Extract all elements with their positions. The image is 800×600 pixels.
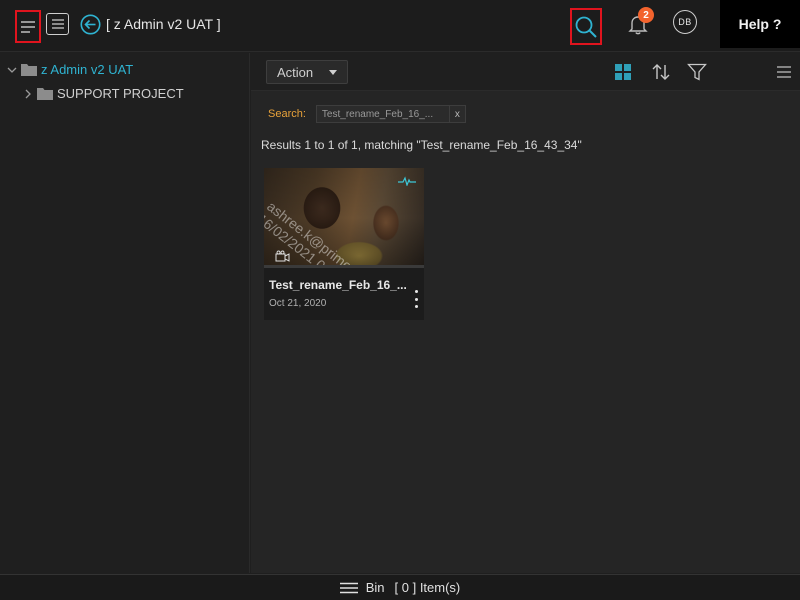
sort-icon[interactable] [651,62,671,82]
tree-root-label: z Admin v2 UAT [41,62,134,77]
user-avatar[interactable]: DB [673,10,697,34]
tree-item-label: SUPPORT PROJECT [57,86,184,101]
tree-root-item[interactable]: z Admin v2 UAT [6,62,133,77]
folder-icon [21,64,37,76]
folder-icon [37,88,53,100]
folder-tree: z Admin v2 UAT SUPPORT PROJECT [0,53,250,573]
more-vertical-icon[interactable] [412,290,420,308]
toolbar: Action [251,53,800,91]
search-button[interactable] [570,8,602,45]
list-icon [51,19,64,29]
breadcrumb[interactable]: [ z Admin v2 UAT ] [106,16,221,32]
search-icon [575,16,597,38]
back-arrow-icon[interactable] [80,14,101,35]
chevron-right-icon[interactable] [22,88,34,100]
filter-icon[interactable] [687,62,707,82]
menu-button[interactable] [15,10,41,43]
asset-thumbnail[interactable]: ashree.k@primefocu 16/02/2021 09:11:18 [264,168,424,268]
waveform-icon [398,176,416,186]
help-button[interactable]: Help ? [720,0,800,48]
thumbnail-progress-bar [264,265,424,268]
clear-search-button[interactable]: x [448,106,465,122]
asset-title[interactable]: Test_rename_Feb_16_... [269,278,409,292]
grid-view-icon[interactable] [613,62,633,82]
list-toggle-button[interactable] [46,13,69,35]
action-label: Action [277,64,314,80]
kebab-dot [414,297,418,301]
bin-bar[interactable]: Bin [ 0 ] Item(s) [0,574,800,600]
tree-item-support-project[interactable]: SUPPORT PROJECT [22,86,184,101]
asset-card[interactable]: ashree.k@primefocu 16/02/2021 09:11:18 T… [264,168,424,320]
search-label: Search: [268,108,306,120]
caret-down-icon [329,70,337,75]
asset-date: Oct 21, 2020 [269,298,327,309]
top-bar: [ z Admin v2 UAT ] 2 DB Help ? [0,0,800,52]
search-chip-value: Test_rename_Feb_16_... [321,108,434,120]
search-chip[interactable]: Test_rename_Feb_16_... x [315,105,466,123]
results-summary: Results 1 to 1 of 1, matching "Test_rena… [261,138,582,152]
hamburger-icon [21,20,35,33]
bin-count: [ 0 ] Item(s) [394,580,461,595]
active-search-row: Search: Test_rename_Feb_16_... x [268,105,466,123]
chevron-down-icon[interactable] [6,64,18,76]
notification-badge: 2 [638,7,654,23]
column-menu-icon[interactable] [774,62,794,82]
kebab-dot [414,305,418,308]
bin-menu-icon [339,582,358,593]
video-camera-icon [275,250,290,262]
kebab-dot [414,290,418,293]
main-content: Action Search: Test_rename_Feb_16_... x … [251,53,800,573]
bin-label: Bin [365,580,385,595]
action-dropdown[interactable]: Action [266,60,348,84]
